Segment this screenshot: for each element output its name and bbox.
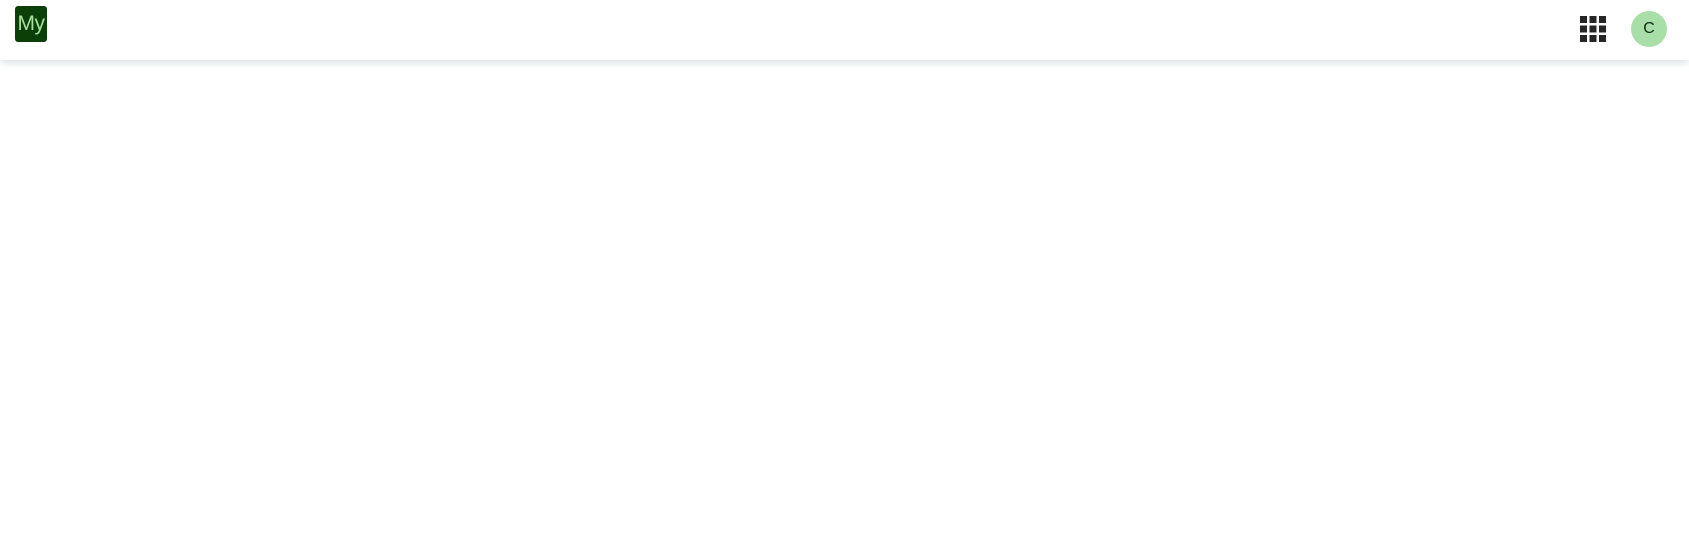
top-navigation-bar: My C	[0, 0, 1689, 60]
app-logo[interactable]: My	[15, 6, 47, 42]
grid-icon	[1580, 16, 1606, 42]
apps-grid-button[interactable]	[1577, 13, 1609, 45]
main-content-area	[0, 60, 1689, 533]
user-avatar-button[interactable]: C	[1631, 11, 1667, 47]
